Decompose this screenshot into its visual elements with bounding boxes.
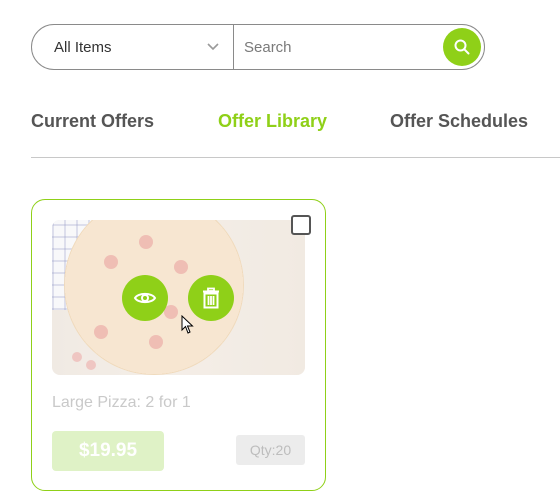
offer-image <box>52 220 305 375</box>
mouse-cursor-icon <box>181 315 194 334</box>
eye-icon <box>133 292 157 304</box>
tabs-divider <box>31 157 560 158</box>
tab-offer-schedules[interactable]: Offer Schedules <box>390 111 528 132</box>
tab-current-offers[interactable]: Current Offers <box>31 111 154 132</box>
search-button[interactable] <box>443 28 481 66</box>
chevron-down-icon <box>207 43 219 51</box>
offer-title: Large Pizza: 2 for 1 <box>52 394 191 411</box>
trash-icon <box>203 287 219 309</box>
view-offer-button[interactable] <box>122 275 168 321</box>
category-select-value: All Items <box>54 39 112 56</box>
search-input[interactable] <box>235 25 440 69</box>
tab-offer-library[interactable]: Offer Library <box>218 111 327 132</box>
offer-price: $19.95 <box>52 431 164 471</box>
search-bar: All Items <box>31 24 485 70</box>
search-icon <box>454 39 470 55</box>
category-select[interactable]: All Items <box>32 25 234 69</box>
offer-quantity-badge: Qty:20 <box>236 435 305 465</box>
offer-select-checkbox[interactable] <box>291 215 311 235</box>
offer-card[interactable]: Large Pizza: 2 for 1 $19.95 Qty:20 <box>31 199 326 491</box>
